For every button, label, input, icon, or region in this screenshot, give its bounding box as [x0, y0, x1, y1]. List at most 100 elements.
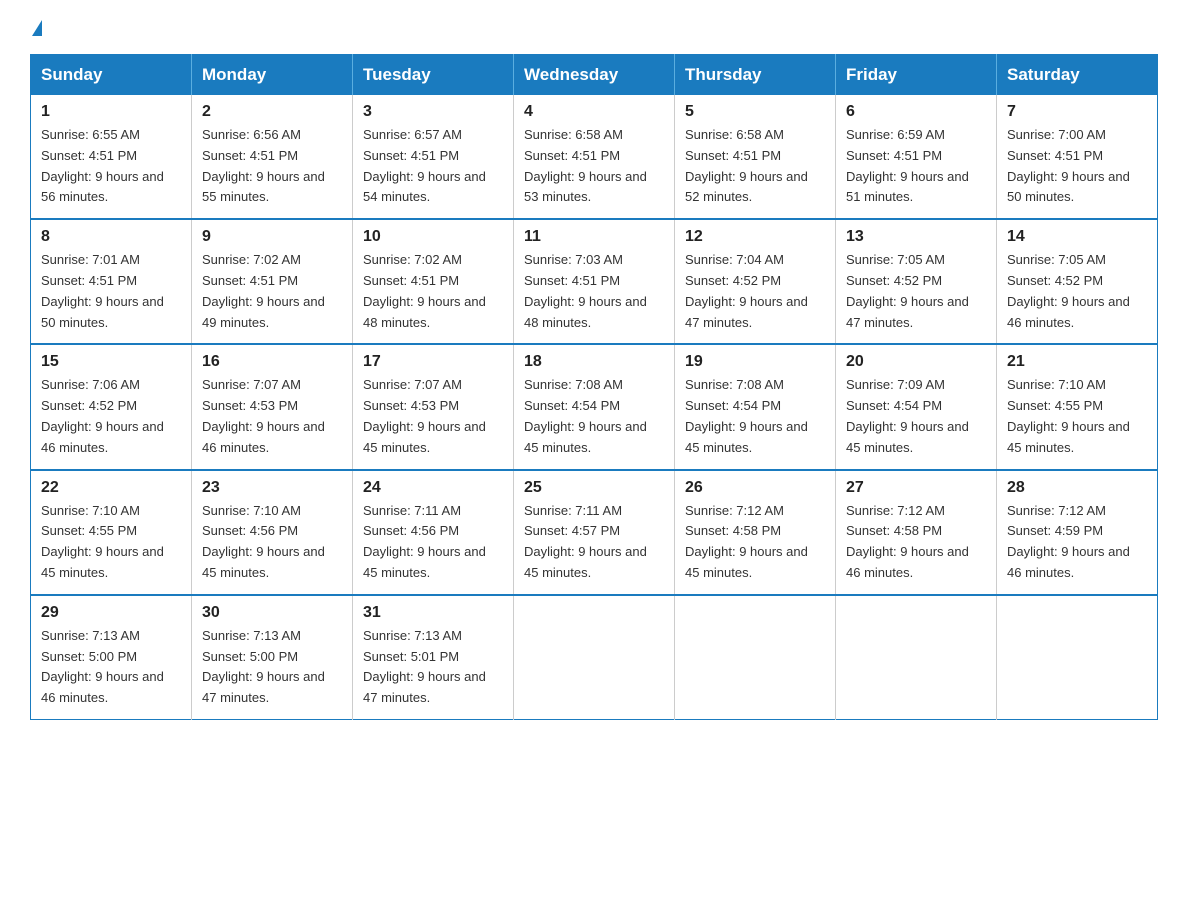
calendar-cell: 16 Sunrise: 7:07 AMSunset: 4:53 PMDaylig… [192, 344, 353, 469]
calendar-week-1: 1 Sunrise: 6:55 AMSunset: 4:51 PMDayligh… [31, 95, 1158, 219]
calendar-cell: 22 Sunrise: 7:10 AMSunset: 4:55 PMDaylig… [31, 470, 192, 595]
day-number: 15 [41, 353, 181, 371]
day-info: Sunrise: 7:12 AMSunset: 4:59 PMDaylight:… [1007, 503, 1130, 580]
calendar-cell: 26 Sunrise: 7:12 AMSunset: 4:58 PMDaylig… [675, 470, 836, 595]
day-header-saturday: Saturday [997, 55, 1158, 96]
calendar-cell [836, 595, 997, 720]
day-info: Sunrise: 7:09 AMSunset: 4:54 PMDaylight:… [846, 377, 969, 454]
calendar-cell: 20 Sunrise: 7:09 AMSunset: 4:54 PMDaylig… [836, 344, 997, 469]
day-number: 31 [363, 604, 503, 622]
calendar-cell: 6 Sunrise: 6:59 AMSunset: 4:51 PMDayligh… [836, 95, 997, 219]
day-number: 14 [1007, 228, 1147, 246]
calendar-cell: 2 Sunrise: 6:56 AMSunset: 4:51 PMDayligh… [192, 95, 353, 219]
day-number: 5 [685, 103, 825, 121]
day-info: Sunrise: 7:05 AMSunset: 4:52 PMDaylight:… [846, 252, 969, 329]
day-info: Sunrise: 7:13 AMSunset: 5:00 PMDaylight:… [41, 628, 164, 705]
day-number: 8 [41, 228, 181, 246]
day-info: Sunrise: 6:58 AMSunset: 4:51 PMDaylight:… [685, 127, 808, 204]
day-header-monday: Monday [192, 55, 353, 96]
day-info: Sunrise: 7:10 AMSunset: 4:56 PMDaylight:… [202, 503, 325, 580]
calendar-cell: 11 Sunrise: 7:03 AMSunset: 4:51 PMDaylig… [514, 219, 675, 344]
day-number: 16 [202, 353, 342, 371]
calendar-cell: 4 Sunrise: 6:58 AMSunset: 4:51 PMDayligh… [514, 95, 675, 219]
day-info: Sunrise: 7:02 AMSunset: 4:51 PMDaylight:… [363, 252, 486, 329]
calendar-cell: 29 Sunrise: 7:13 AMSunset: 5:00 PMDaylig… [31, 595, 192, 720]
day-number: 2 [202, 103, 342, 121]
day-info: Sunrise: 7:07 AMSunset: 4:53 PMDaylight:… [202, 377, 325, 454]
day-info: Sunrise: 6:55 AMSunset: 4:51 PMDaylight:… [41, 127, 164, 204]
day-number: 7 [1007, 103, 1147, 121]
day-info: Sunrise: 6:59 AMSunset: 4:51 PMDaylight:… [846, 127, 969, 204]
calendar-cell: 23 Sunrise: 7:10 AMSunset: 4:56 PMDaylig… [192, 470, 353, 595]
calendar-cell: 1 Sunrise: 6:55 AMSunset: 4:51 PMDayligh… [31, 95, 192, 219]
day-number: 29 [41, 604, 181, 622]
day-number: 13 [846, 228, 986, 246]
calendar-week-5: 29 Sunrise: 7:13 AMSunset: 5:00 PMDaylig… [31, 595, 1158, 720]
calendar-cell: 27 Sunrise: 7:12 AMSunset: 4:58 PMDaylig… [836, 470, 997, 595]
day-info: Sunrise: 7:11 AMSunset: 4:57 PMDaylight:… [524, 503, 647, 580]
day-info: Sunrise: 7:03 AMSunset: 4:51 PMDaylight:… [524, 252, 647, 329]
day-header-sunday: Sunday [31, 55, 192, 96]
calendar-cell: 13 Sunrise: 7:05 AMSunset: 4:52 PMDaylig… [836, 219, 997, 344]
calendar-cell: 19 Sunrise: 7:08 AMSunset: 4:54 PMDaylig… [675, 344, 836, 469]
calendar-cell: 24 Sunrise: 7:11 AMSunset: 4:56 PMDaylig… [353, 470, 514, 595]
calendar-week-3: 15 Sunrise: 7:06 AMSunset: 4:52 PMDaylig… [31, 344, 1158, 469]
day-info: Sunrise: 7:11 AMSunset: 4:56 PMDaylight:… [363, 503, 486, 580]
day-info: Sunrise: 7:04 AMSunset: 4:52 PMDaylight:… [685, 252, 808, 329]
calendar-body: 1 Sunrise: 6:55 AMSunset: 4:51 PMDayligh… [31, 95, 1158, 719]
calendar-cell: 25 Sunrise: 7:11 AMSunset: 4:57 PMDaylig… [514, 470, 675, 595]
day-info: Sunrise: 7:12 AMSunset: 4:58 PMDaylight:… [846, 503, 969, 580]
calendar-cell: 15 Sunrise: 7:06 AMSunset: 4:52 PMDaylig… [31, 344, 192, 469]
calendar-cell: 31 Sunrise: 7:13 AMSunset: 5:01 PMDaylig… [353, 595, 514, 720]
logo [30, 20, 42, 36]
day-number: 1 [41, 103, 181, 121]
day-info: Sunrise: 7:02 AMSunset: 4:51 PMDaylight:… [202, 252, 325, 329]
calendar-cell: 10 Sunrise: 7:02 AMSunset: 4:51 PMDaylig… [353, 219, 514, 344]
day-number: 9 [202, 228, 342, 246]
day-info: Sunrise: 7:13 AMSunset: 5:01 PMDaylight:… [363, 628, 486, 705]
day-number: 23 [202, 479, 342, 497]
day-info: Sunrise: 7:01 AMSunset: 4:51 PMDaylight:… [41, 252, 164, 329]
calendar-cell: 5 Sunrise: 6:58 AMSunset: 4:51 PMDayligh… [675, 95, 836, 219]
day-number: 10 [363, 228, 503, 246]
day-number: 17 [363, 353, 503, 371]
day-info: Sunrise: 7:10 AMSunset: 4:55 PMDaylight:… [41, 503, 164, 580]
day-number: 28 [1007, 479, 1147, 497]
day-number: 24 [363, 479, 503, 497]
page-header [30, 20, 1158, 36]
calendar-cell: 3 Sunrise: 6:57 AMSunset: 4:51 PMDayligh… [353, 95, 514, 219]
calendar-cell: 12 Sunrise: 7:04 AMSunset: 4:52 PMDaylig… [675, 219, 836, 344]
day-info: Sunrise: 7:06 AMSunset: 4:52 PMDaylight:… [41, 377, 164, 454]
calendar-header: SundayMondayTuesdayWednesdayThursdayFrid… [31, 55, 1158, 96]
day-number: 4 [524, 103, 664, 121]
calendar-cell: 30 Sunrise: 7:13 AMSunset: 5:00 PMDaylig… [192, 595, 353, 720]
day-number: 20 [846, 353, 986, 371]
day-info: Sunrise: 6:58 AMSunset: 4:51 PMDaylight:… [524, 127, 647, 204]
calendar-cell: 9 Sunrise: 7:02 AMSunset: 4:51 PMDayligh… [192, 219, 353, 344]
calendar-cell: 28 Sunrise: 7:12 AMSunset: 4:59 PMDaylig… [997, 470, 1158, 595]
day-info: Sunrise: 7:05 AMSunset: 4:52 PMDaylight:… [1007, 252, 1130, 329]
day-number: 30 [202, 604, 342, 622]
day-number: 19 [685, 353, 825, 371]
day-number: 22 [41, 479, 181, 497]
day-number: 27 [846, 479, 986, 497]
day-number: 21 [1007, 353, 1147, 371]
day-info: Sunrise: 7:00 AMSunset: 4:51 PMDaylight:… [1007, 127, 1130, 204]
calendar-cell: 7 Sunrise: 7:00 AMSunset: 4:51 PMDayligh… [997, 95, 1158, 219]
day-number: 6 [846, 103, 986, 121]
day-info: Sunrise: 7:08 AMSunset: 4:54 PMDaylight:… [524, 377, 647, 454]
day-info: Sunrise: 7:12 AMSunset: 4:58 PMDaylight:… [685, 503, 808, 580]
day-number: 26 [685, 479, 825, 497]
day-header-wednesday: Wednesday [514, 55, 675, 96]
calendar-cell: 14 Sunrise: 7:05 AMSunset: 4:52 PMDaylig… [997, 219, 1158, 344]
day-number: 25 [524, 479, 664, 497]
calendar-cell: 21 Sunrise: 7:10 AMSunset: 4:55 PMDaylig… [997, 344, 1158, 469]
day-info: Sunrise: 7:07 AMSunset: 4:53 PMDaylight:… [363, 377, 486, 454]
day-info: Sunrise: 7:08 AMSunset: 4:54 PMDaylight:… [685, 377, 808, 454]
calendar-cell: 18 Sunrise: 7:08 AMSunset: 4:54 PMDaylig… [514, 344, 675, 469]
calendar-cell [997, 595, 1158, 720]
calendar-table: SundayMondayTuesdayWednesdayThursdayFrid… [30, 54, 1158, 720]
day-number: 3 [363, 103, 503, 121]
calendar-cell: 8 Sunrise: 7:01 AMSunset: 4:51 PMDayligh… [31, 219, 192, 344]
day-info: Sunrise: 7:10 AMSunset: 4:55 PMDaylight:… [1007, 377, 1130, 454]
